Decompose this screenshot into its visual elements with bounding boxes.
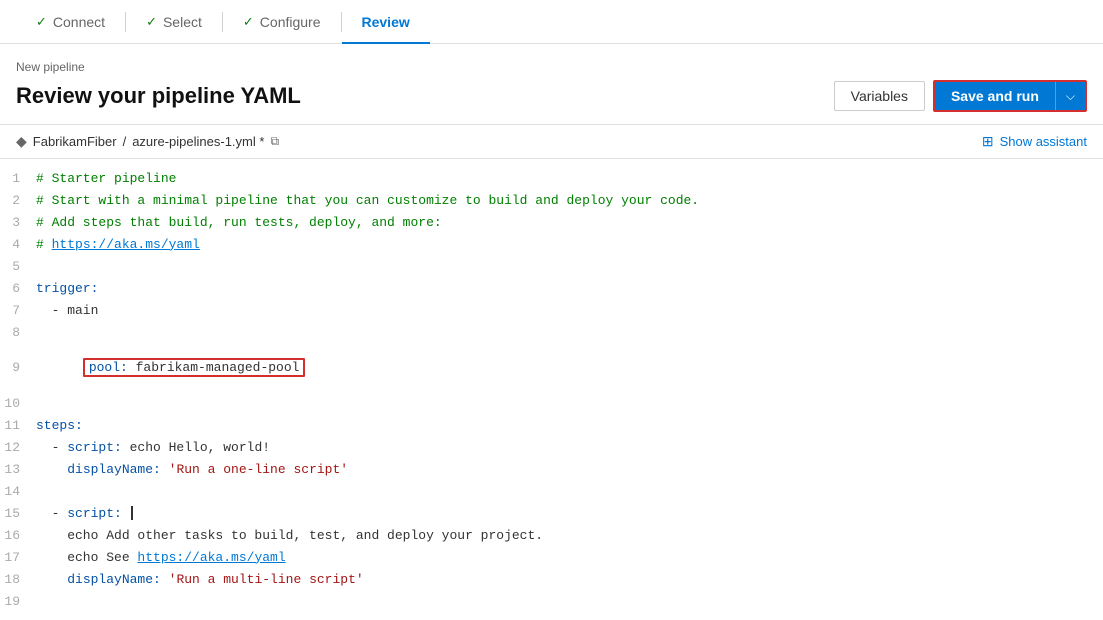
tab-select[interactable]: ✓ Select	[126, 0, 222, 44]
line-content-12: - script: echo Hello, world!	[36, 440, 1103, 455]
code-line-13: 13 displayName: 'Run a one-line script'	[0, 458, 1103, 480]
line-num-4: 4	[0, 237, 36, 252]
line-num-7: 7	[0, 303, 36, 318]
line-num-15: 15	[0, 506, 36, 521]
code-line-19: 19	[0, 590, 1103, 612]
code-line-9: 9 pool: fabrikam-managed-pool	[0, 343, 1103, 392]
code-line-3: 3 # Add steps that build, run tests, dep…	[0, 211, 1103, 233]
editor-toolbar: ◆ FabrikamFiber / azure-pipelines-1.yml …	[0, 125, 1103, 159]
code-line-18: 18 displayName: 'Run a multi-line script…	[0, 568, 1103, 590]
file-repo: FabrikamFiber	[33, 134, 117, 149]
check-icon-configure: ✓	[243, 14, 254, 30]
line-content-16: echo Add other tasks to build, test, and…	[36, 528, 1103, 543]
code-line-5: 5	[0, 255, 1103, 277]
page-header: New pipeline Review your pipeline YAML V…	[0, 44, 1103, 125]
code-line-2: 2 # Start with a minimal pipeline that y…	[0, 189, 1103, 211]
line-num-19: 19	[0, 594, 36, 609]
header-actions: Variables Save and run ⌵	[834, 80, 1087, 112]
text-cursor	[131, 506, 133, 520]
code-line-15: 15 - script:	[0, 502, 1103, 524]
page-title: Review your pipeline YAML	[16, 83, 301, 109]
code-line-4: 4 # https://aka.ms/yaml	[0, 233, 1103, 255]
tab-connect-label: Connect	[53, 14, 105, 30]
line-num-1: 1	[0, 171, 36, 186]
line-content-7: - main	[36, 303, 1103, 318]
diamond-icon: ◆	[16, 133, 27, 150]
copy-icon[interactable]: ⧉	[270, 134, 279, 149]
line-num-10: 10	[0, 396, 36, 411]
line-num-8: 8	[0, 325, 36, 340]
save-and-run-button[interactable]: Save and run	[935, 82, 1055, 110]
path-separator: /	[123, 134, 127, 149]
line-content-1: # Starter pipeline	[36, 171, 1103, 186]
show-assistant-label: Show assistant	[1000, 134, 1087, 149]
code-line-10: 10	[0, 392, 1103, 414]
line-num-2: 2	[0, 193, 36, 208]
file-path: ◆ FabrikamFiber / azure-pipelines-1.yml …	[16, 133, 279, 150]
line-num-16: 16	[0, 528, 36, 543]
header-row: Review your pipeline YAML Variables Save…	[16, 80, 1087, 112]
tab-review-label: Review	[362, 14, 410, 30]
line-num-12: 12	[0, 440, 36, 455]
yaml-link-2[interactable]: https://aka.ms/yaml	[137, 550, 285, 565]
line-num-5: 5	[0, 259, 36, 274]
assistant-icon: ⊞	[982, 133, 994, 150]
code-line-1: 1 # Starter pipeline	[0, 167, 1103, 189]
save-and-run-group: Save and run ⌵	[933, 80, 1087, 112]
code-line-17: 17 echo See https://aka.ms/yaml	[0, 546, 1103, 568]
line-num-13: 13	[0, 462, 36, 477]
show-assistant-button[interactable]: ⊞ Show assistant	[982, 133, 1087, 150]
line-content-4: # https://aka.ms/yaml	[36, 237, 1103, 252]
code-line-8: 8	[0, 321, 1103, 343]
line-content-15: - script:	[36, 506, 1103, 521]
line-content-2: # Start with a minimal pipeline that you…	[36, 193, 1103, 208]
line-num-14: 14	[0, 484, 36, 499]
file-name: azure-pipelines-1.yml *	[132, 134, 264, 149]
code-editor[interactable]: 1 # Starter pipeline 2 # Start with a mi…	[0, 159, 1103, 620]
tab-connect[interactable]: ✓ Connect	[16, 0, 125, 44]
line-content-13: displayName: 'Run a one-line script'	[36, 462, 1103, 477]
pool-box: pool: fabrikam-managed-pool	[83, 358, 306, 377]
tab-configure-label: Configure	[260, 14, 321, 30]
save-and-run-chevron-button[interactable]: ⌵	[1055, 82, 1085, 110]
check-icon-connect: ✓	[36, 14, 47, 30]
variables-button[interactable]: Variables	[834, 81, 925, 111]
line-num-11: 11	[0, 418, 36, 433]
check-icon-select: ✓	[146, 14, 157, 30]
breadcrumb: New pipeline	[16, 60, 1087, 74]
tab-configure[interactable]: ✓ Configure	[223, 0, 341, 44]
tabs-bar: ✓ Connect ✓ Select ✓ Configure Review	[0, 0, 1103, 44]
tab-review[interactable]: Review	[342, 0, 430, 44]
line-content-18: displayName: 'Run a multi-line script'	[36, 572, 1103, 587]
code-line-16: 16 echo Add other tasks to build, test, …	[0, 524, 1103, 546]
line-content-3: # Add steps that build, run tests, deplo…	[36, 215, 1103, 230]
line-content-6: trigger:	[36, 281, 1103, 296]
code-line-14: 14	[0, 480, 1103, 502]
line-content-17: echo See https://aka.ms/yaml	[36, 550, 1103, 565]
line-num-18: 18	[0, 572, 36, 587]
line-num-3: 3	[0, 215, 36, 230]
yaml-link-1[interactable]: https://aka.ms/yaml	[52, 237, 200, 252]
line-content-11: steps:	[36, 418, 1103, 433]
line-num-9: 9	[0, 360, 36, 375]
line-num-17: 17	[0, 550, 36, 565]
code-line-7: 7 - main	[0, 299, 1103, 321]
line-num-6: 6	[0, 281, 36, 296]
tab-select-label: Select	[163, 14, 202, 30]
code-line-6: 6 trigger:	[0, 277, 1103, 299]
code-line-11: 11 steps:	[0, 414, 1103, 436]
code-line-12: 12 - script: echo Hello, world!	[0, 436, 1103, 458]
line-content-9: pool: fabrikam-managed-pool	[36, 343, 1103, 392]
